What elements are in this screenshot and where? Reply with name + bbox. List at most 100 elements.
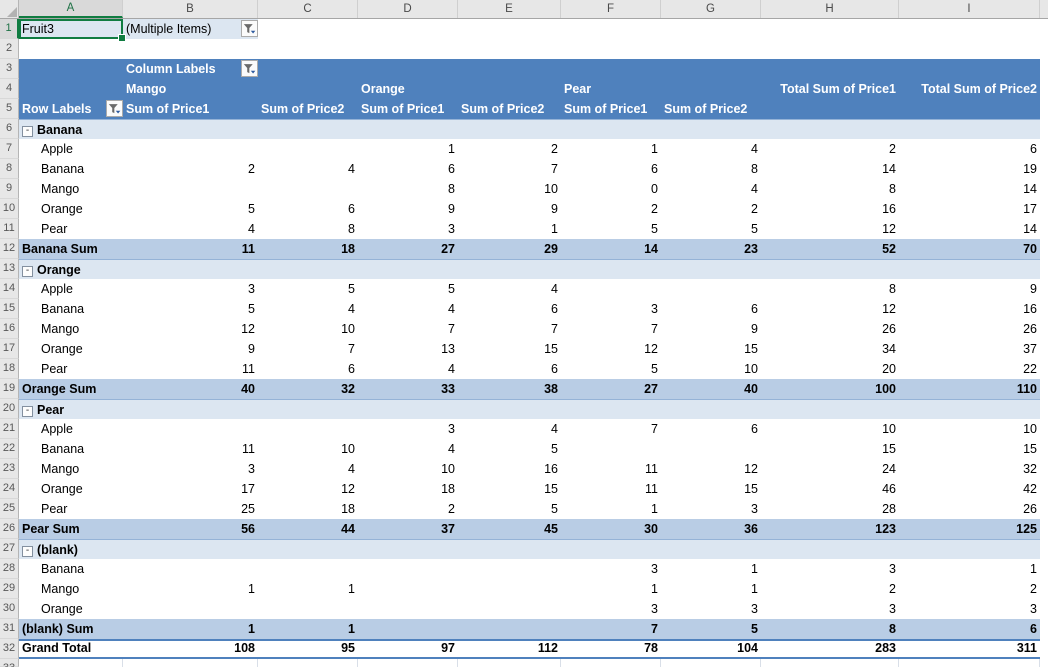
cell-A7[interactable]: Apple	[19, 139, 123, 159]
cell-H33[interactable]	[761, 659, 899, 667]
cell-H3[interactable]	[761, 59, 899, 79]
cell-B33[interactable]	[123, 659, 258, 667]
row-header-14[interactable]: 14	[0, 279, 19, 299]
cell-C4[interactable]	[258, 79, 358, 99]
cell-H19[interactable]: 100	[761, 379, 899, 399]
cell-I2[interactable]	[899, 39, 1040, 59]
cell-H11[interactable]: 12	[761, 219, 899, 239]
cell-A22[interactable]: Banana	[19, 439, 123, 459]
cell-H14[interactable]: 8	[761, 279, 899, 299]
cell-D13[interactable]	[358, 259, 458, 279]
cell-G22[interactable]	[661, 439, 761, 459]
cell-I28[interactable]: 1	[899, 559, 1040, 579]
cell-C26[interactable]: 44	[258, 519, 358, 539]
cell-B8[interactable]: 2	[123, 159, 258, 179]
cell-D6[interactable]	[358, 119, 458, 139]
cell-E21[interactable]: 4	[458, 419, 561, 439]
cell-I8[interactable]: 19	[899, 159, 1040, 179]
cell-D4[interactable]: Orange	[358, 79, 458, 99]
cell-H24[interactable]: 46	[761, 479, 899, 499]
row-header-10[interactable]: 10	[0, 199, 19, 219]
cell-C29[interactable]: 1	[258, 579, 358, 599]
cell-A31[interactable]: (blank) Sum	[19, 619, 123, 639]
cell-I27[interactable]	[899, 539, 1040, 559]
cell-F22[interactable]	[561, 439, 661, 459]
cell-C9[interactable]	[258, 179, 358, 199]
cell-A27[interactable]: -(blank)	[19, 539, 123, 559]
cell-A10[interactable]: Orange	[19, 199, 123, 219]
row-header-25[interactable]: 25	[0, 499, 19, 519]
cell-I33[interactable]	[899, 659, 1040, 667]
cell-I17[interactable]: 37	[899, 339, 1040, 359]
cell-I9[interactable]: 14	[899, 179, 1040, 199]
cell-F9[interactable]: 0	[561, 179, 661, 199]
cell-C31[interactable]: 1	[258, 619, 358, 639]
cell-B23[interactable]: 3	[123, 459, 258, 479]
cell-H17[interactable]: 34	[761, 339, 899, 359]
cell-E25[interactable]: 5	[458, 499, 561, 519]
cell-G14[interactable]	[661, 279, 761, 299]
cell-G3[interactable]	[661, 59, 761, 79]
cell-D5[interactable]: Sum of Price1	[358, 99, 458, 119]
cell-D8[interactable]: 6	[358, 159, 458, 179]
cell-C33[interactable]	[258, 659, 358, 667]
cell-D15[interactable]: 4	[358, 299, 458, 319]
cell-G29[interactable]: 1	[661, 579, 761, 599]
cell-E6[interactable]	[458, 119, 561, 139]
cell-A2[interactable]	[19, 39, 123, 59]
cell-C23[interactable]: 4	[258, 459, 358, 479]
cell-G4[interactable]	[661, 79, 761, 99]
cell-C3[interactable]	[258, 59, 358, 79]
row-header-32[interactable]: 32	[0, 639, 19, 659]
cell-C10[interactable]: 6	[258, 199, 358, 219]
cell-I19[interactable]: 110	[899, 379, 1040, 399]
cell-B24[interactable]: 17	[123, 479, 258, 499]
cell-D2[interactable]	[358, 39, 458, 59]
cell-D20[interactable]	[358, 399, 458, 419]
cell-C21[interactable]	[258, 419, 358, 439]
cell-G18[interactable]: 10	[661, 359, 761, 379]
cell-A14[interactable]: Apple	[19, 279, 123, 299]
column-labels-filter-button[interactable]	[241, 60, 258, 77]
cell-H6[interactable]	[761, 119, 899, 139]
cell-H21[interactable]: 10	[761, 419, 899, 439]
cell-B14[interactable]: 3	[123, 279, 258, 299]
cell-B7[interactable]	[123, 139, 258, 159]
cell-E10[interactable]: 9	[458, 199, 561, 219]
cell-I23[interactable]: 32	[899, 459, 1040, 479]
column-header-B[interactable]: B	[123, 0, 258, 18]
cell-F20[interactable]	[561, 399, 661, 419]
cell-A8[interactable]: Banana	[19, 159, 123, 179]
cell-H8[interactable]: 14	[761, 159, 899, 179]
select-all-corner[interactable]	[0, 0, 19, 18]
cell-E5[interactable]: Sum of Price2	[458, 99, 561, 119]
cell-I4[interactable]: Total Sum of Price2	[899, 79, 1040, 99]
cell-D18[interactable]: 4	[358, 359, 458, 379]
row-header-4[interactable]: 4	[0, 79, 19, 99]
cell-A13[interactable]: -Orange	[19, 259, 123, 279]
collapse-button-2[interactable]: -	[22, 406, 33, 417]
cell-E18[interactable]: 6	[458, 359, 561, 379]
cell-H12[interactable]: 52	[761, 239, 899, 259]
cell-A19[interactable]: Orange Sum	[19, 379, 123, 399]
cell-E17[interactable]: 15	[458, 339, 561, 359]
cell-A9[interactable]: Mango	[19, 179, 123, 199]
cell-C7[interactable]	[258, 139, 358, 159]
cell-E33[interactable]	[458, 659, 561, 667]
cell-F5[interactable]: Sum of Price1	[561, 99, 661, 119]
cell-C18[interactable]: 6	[258, 359, 358, 379]
cell-I15[interactable]: 16	[899, 299, 1040, 319]
cell-G33[interactable]	[661, 659, 761, 667]
collapse-button-0[interactable]: -	[22, 126, 33, 137]
cell-B16[interactable]: 12	[123, 319, 258, 339]
row-header-17[interactable]: 17	[0, 339, 19, 359]
cell-H30[interactable]: 3	[761, 599, 899, 619]
cell-G20[interactable]	[661, 399, 761, 419]
cell-A4[interactable]	[19, 79, 123, 99]
row-header-22[interactable]: 22	[0, 439, 19, 459]
cell-E7[interactable]: 2	[458, 139, 561, 159]
cell-G9[interactable]: 4	[661, 179, 761, 199]
column-header-E[interactable]: E	[458, 0, 561, 18]
cell-F2[interactable]	[561, 39, 661, 59]
cell-C8[interactable]: 4	[258, 159, 358, 179]
